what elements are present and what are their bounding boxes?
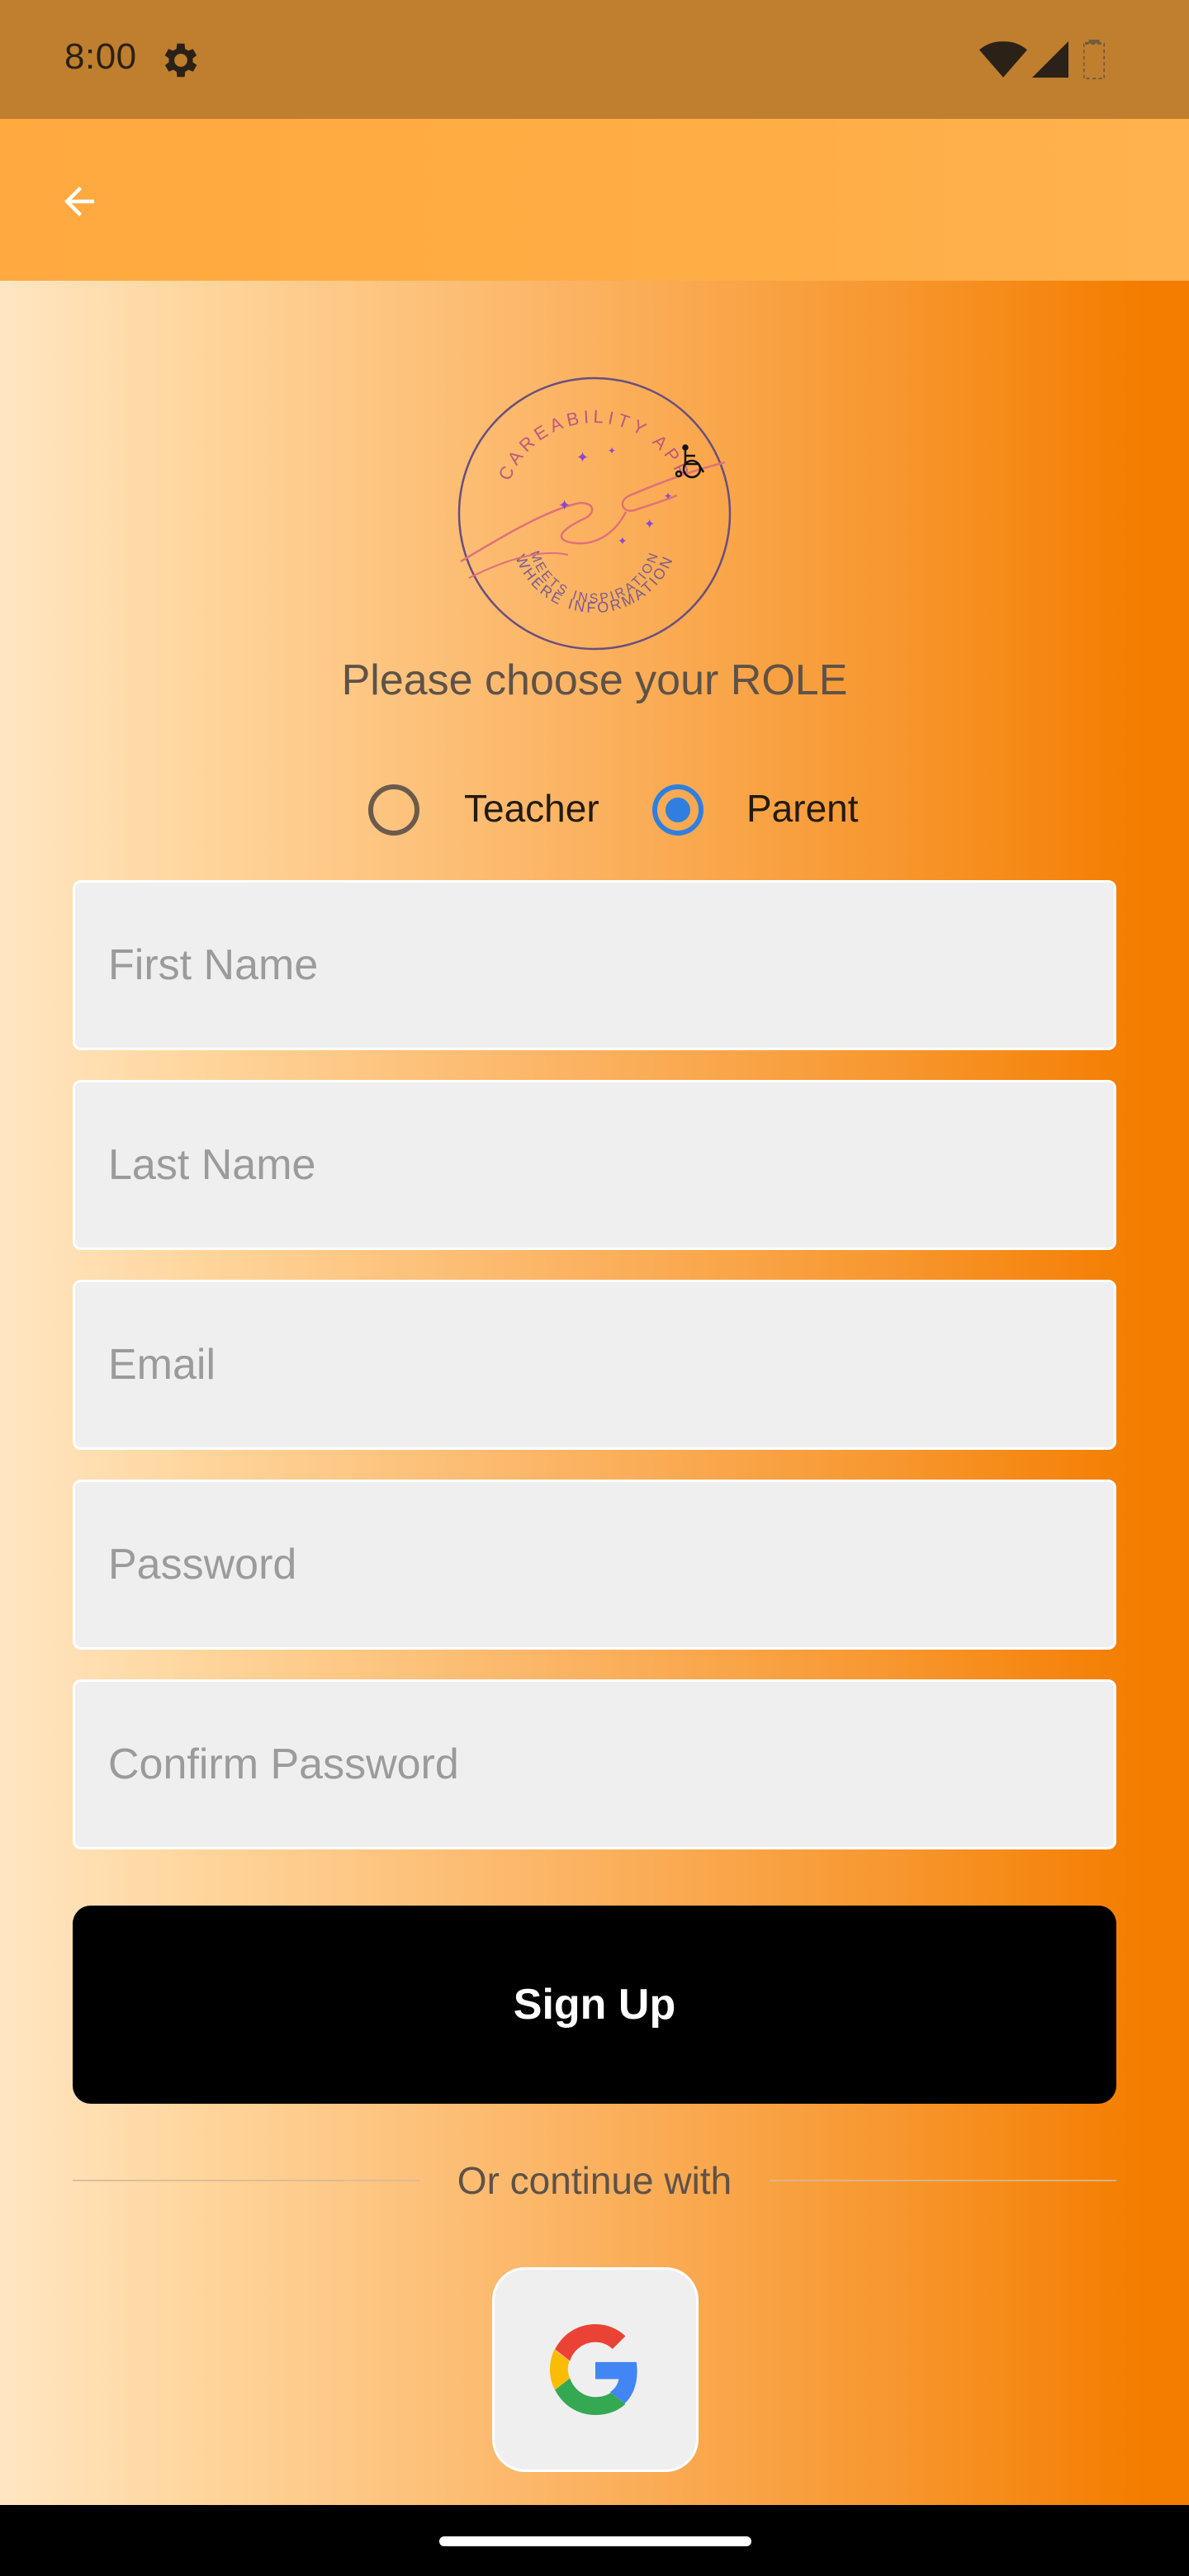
email-field[interactable]	[73, 1280, 1116, 1450]
confirm-password-field[interactable]	[73, 1679, 1116, 1849]
cellular-signal-icon	[1032, 41, 1068, 78]
svg-text:✦: ✦	[644, 518, 655, 532]
password-field[interactable]	[73, 1480, 1116, 1650]
home-indicator[interactable]	[439, 2536, 751, 2546]
svg-text:✦: ✦	[558, 497, 571, 514]
signup-form-area: CAREABILITY APP WHERE INFORMATION MEETS …	[0, 281, 1189, 2505]
svg-text:✦: ✦	[608, 445, 616, 457]
gear-icon	[164, 43, 197, 78]
confirm-password-input[interactable]	[75, 1682, 1114, 1847]
last-name-input[interactable]	[75, 1082, 1114, 1248]
password-input[interactable]	[75, 1482, 1114, 1647]
role-selector: Teacher Parent	[0, 776, 1189, 842]
radio-teacher[interactable]	[368, 784, 419, 836]
radio-label-parent[interactable]: Parent	[746, 786, 859, 831]
svg-text:✦: ✦	[664, 490, 672, 502]
or-continue-divider: Or continue with	[73, 2147, 1116, 2213]
arrow-left-icon	[64, 187, 94, 216]
google-signin-button[interactable]	[492, 2267, 699, 2472]
email-input[interactable]	[75, 1282, 1114, 1447]
careability-logo: CAREABILITY APP WHERE INFORMATION MEETS …	[457, 376, 732, 651]
status-time: 8:00	[64, 36, 137, 77]
role-title: Please choose your ROLE	[341, 656, 848, 704]
status-bar: 8:00	[0, 0, 1189, 119]
radio-label-teacher[interactable]: Teacher	[464, 786, 599, 831]
svg-text:✦: ✦	[618, 534, 628, 547]
svg-text:CAREABILITY APP: CAREABILITY APP	[494, 406, 694, 484]
signup-button[interactable]: Sign Up	[73, 1906, 1116, 2104]
battery-icon	[1083, 40, 1105, 79]
svg-text:✦: ✦	[576, 449, 589, 466]
radio-parent[interactable]	[652, 784, 703, 836]
google-icon	[550, 2324, 637, 2415]
radio-selected-dot	[666, 798, 690, 822]
last-name-field[interactable]	[73, 1080, 1116, 1250]
system-nav-bar	[0, 2505, 1189, 2576]
back-button[interactable]	[46, 168, 112, 234]
divider-line-right	[770, 2180, 1116, 2181]
first-name-field[interactable]	[73, 880, 1116, 1050]
first-name-input[interactable]	[75, 883, 1114, 1048]
app-bar	[0, 119, 1189, 281]
wifi-icon	[979, 41, 1027, 78]
